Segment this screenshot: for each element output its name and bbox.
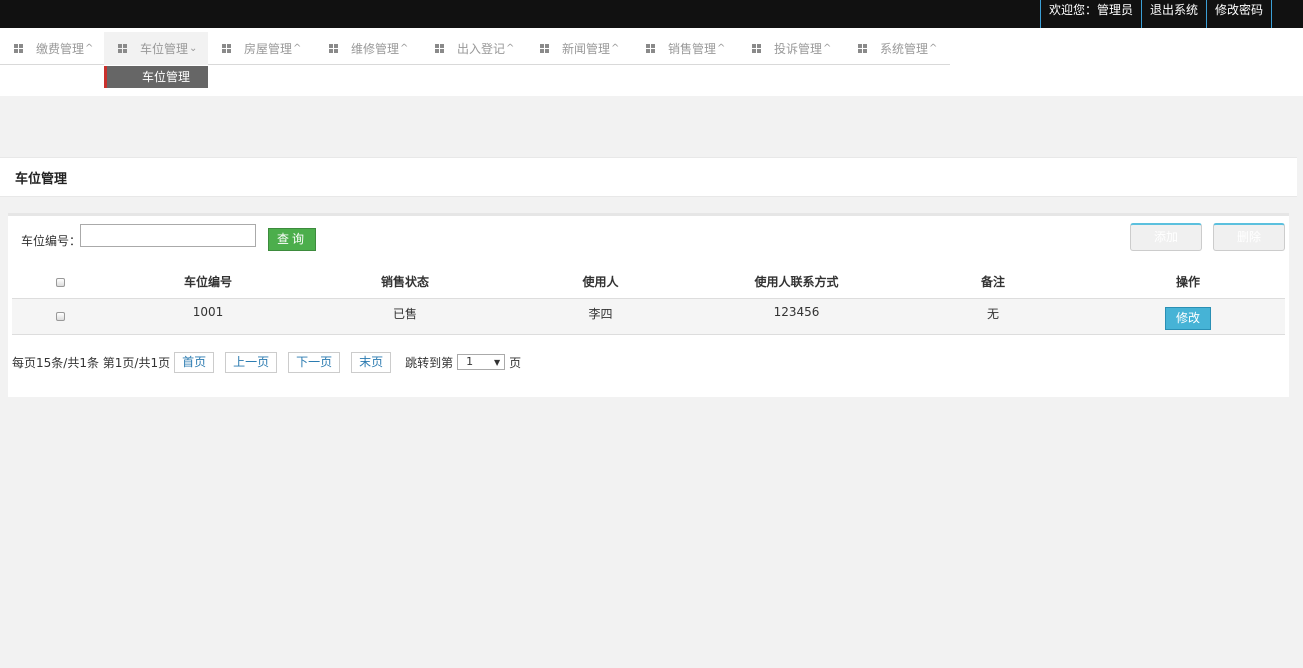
first-page-button[interactable]: 首页 xyxy=(174,351,215,373)
cell-status: 已售 xyxy=(307,298,503,335)
grid-icon xyxy=(14,43,24,54)
top-bar: 欢迎您：管理员 退出系统 修改密码 xyxy=(0,0,1303,28)
nav-item-sales[interactable]: 销售管理 ^ xyxy=(632,32,738,65)
page-title: 车位管理 xyxy=(15,172,68,187)
welcome-text: 欢迎您：管理员 xyxy=(1039,0,1142,28)
edit-button[interactable]: 修改 xyxy=(1165,306,1211,330)
row-select-cell xyxy=(12,298,109,335)
chevron-up-icon: ^ xyxy=(717,42,726,54)
chevron-up-icon: ^ xyxy=(823,42,832,54)
table-row: 1001 已售 李四 123456 无 修改 xyxy=(12,298,1285,335)
nav-item-label: 系统管理 xyxy=(880,41,929,56)
column-header: 操作 xyxy=(1091,266,1285,299)
chevron-up-icon: ^ xyxy=(611,42,620,54)
pagination-summary: 每页15条/共1条 第1页/共1页 xyxy=(12,355,171,370)
search-label: 车位编号： xyxy=(21,234,82,248)
submenu-item-parking[interactable]: 车位管理 xyxy=(104,66,208,88)
parking-id-input[interactable] xyxy=(80,224,256,247)
nav-item-label: 销售管理 xyxy=(668,41,717,56)
query-button[interactable]: 查询 xyxy=(268,228,316,251)
grid-icon xyxy=(858,43,868,54)
cell-note: 无 xyxy=(895,298,1091,335)
nav-item-fee[interactable]: 缴费管理 ^ xyxy=(0,32,104,65)
select-all-checkbox[interactable] xyxy=(56,277,65,287)
delete-button[interactable]: 删除 xyxy=(1213,223,1285,251)
page-title-panel: 车位管理 xyxy=(0,157,1297,197)
nav-item-label: 车位管理 xyxy=(140,41,189,56)
parking-table: 车位编号 销售状态 使用人 使用人联系方式 备注 操作 1001 已售 李四 1… xyxy=(12,266,1285,335)
page-suffix: 页 xyxy=(509,355,522,370)
cell-action: 修改 xyxy=(1091,298,1285,335)
change-password-link[interactable]: 修改密码 xyxy=(1205,0,1272,28)
grid-icon xyxy=(752,43,762,54)
content-panel: 车位编号： 查询 添加 删除 车位编号 销售状态 使用人 使用人联系方式 备注 … xyxy=(8,213,1289,397)
prev-page-button[interactable]: 上一页 xyxy=(225,351,278,373)
nav-item-label: 新闻管理 xyxy=(562,41,611,56)
column-header: 使用人联系方式 xyxy=(698,266,895,299)
grid-icon xyxy=(118,43,128,54)
last-page-button[interactable]: 末页 xyxy=(351,351,392,373)
select-all-cell xyxy=(12,266,109,299)
nav-item-news[interactable]: 新闻管理 ^ xyxy=(526,32,632,65)
nav-item-access[interactable]: 出入登记 ^ xyxy=(421,32,526,65)
nav-item-label: 投诉管理 xyxy=(774,41,823,56)
nav-item-repair[interactable]: 维修管理 ^ xyxy=(315,32,421,65)
grid-icon xyxy=(222,43,232,54)
nav-item-label: 房屋管理 xyxy=(244,41,293,56)
chevron-up-icon: ^ xyxy=(400,42,409,54)
pagination: 每页15条/共1条 第1页/共1页 首页 上一页 下一页 末页 跳转到第 1 页 xyxy=(12,351,521,373)
nav-item-parking[interactable]: 车位管理 ⌄ xyxy=(104,32,208,65)
top-links: 欢迎您：管理员 退出系统 修改密码 xyxy=(1039,0,1272,28)
chevron-up-icon: ^ xyxy=(293,42,302,54)
nav-item-system[interactable]: 系统管理 ^ xyxy=(844,32,950,65)
table-header-row: 车位编号 销售状态 使用人 使用人联系方式 备注 操作 xyxy=(12,266,1285,299)
column-header: 备注 xyxy=(895,266,1091,299)
grid-icon xyxy=(329,43,339,54)
cell-contact: 123456 xyxy=(698,298,895,335)
main-nav: 缴费管理 ^ 车位管理 ⌄ 房屋管理 ^ 维修管理 ^ 出入登记 ^ 新闻管理 … xyxy=(0,28,1303,96)
row-checkbox[interactable] xyxy=(56,312,65,321)
grid-icon xyxy=(646,43,656,54)
nav-item-label: 出入登记 xyxy=(457,41,506,56)
nav-item-complaint[interactable]: 投诉管理 ^ xyxy=(738,32,844,65)
nav-item-house[interactable]: 房屋管理 ^ xyxy=(208,32,315,65)
add-button[interactable]: 添加 xyxy=(1130,223,1202,251)
column-header: 使用人 xyxy=(503,266,698,299)
nav-item-label: 维修管理 xyxy=(351,41,400,56)
chevron-up-icon: ^ xyxy=(929,42,938,54)
chevron-up-icon: ^ xyxy=(85,42,94,54)
nav-menu: 缴费管理 ^ 车位管理 ⌄ 房屋管理 ^ 维修管理 ^ 出入登记 ^ 新闻管理 … xyxy=(0,32,950,65)
next-page-button[interactable]: 下一页 xyxy=(288,351,341,373)
jump-label: 跳转到第 xyxy=(405,355,454,370)
cell-user: 李四 xyxy=(503,298,698,335)
nav-item-label: 缴费管理 xyxy=(36,41,85,56)
grid-icon xyxy=(540,43,550,54)
chevron-up-icon: ^ xyxy=(506,42,515,54)
logout-link[interactable]: 退出系统 xyxy=(1140,0,1207,28)
grid-icon xyxy=(435,43,445,54)
column-header: 销售状态 xyxy=(307,266,503,299)
chevron-down-icon: ⌄ xyxy=(189,42,198,54)
page-select[interactable]: 1 xyxy=(457,354,506,370)
column-header: 车位编号 xyxy=(109,266,307,299)
cell-parking-id: 1001 xyxy=(109,298,307,335)
